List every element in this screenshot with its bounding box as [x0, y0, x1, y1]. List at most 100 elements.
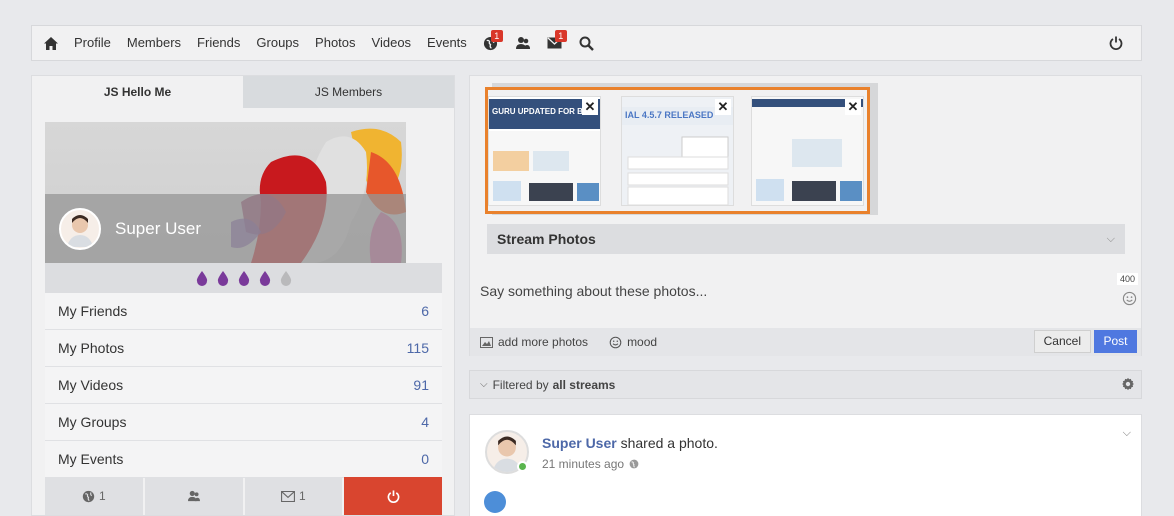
user-photo-icon: [67, 214, 93, 247]
stat-label: My Friends: [58, 303, 128, 319]
profile-quick-actions: 1 1: [45, 477, 442, 515]
profile-module: JS Hello Me JS Members Super User My Fri…: [31, 75, 455, 516]
status-input[interactable]: Say something about these photos...: [480, 283, 707, 299]
envelope-icon: [281, 490, 295, 502]
photo-composer: GURU UPDATED FOR BUG ✕ IAL 4.5.7 RELEASE…: [469, 75, 1142, 356]
profile-cover[interactable]: Super User: [45, 122, 406, 263]
users-icon: [187, 490, 200, 502]
post-author-link[interactable]: Super User: [542, 435, 617, 451]
chevron-down-icon: ⌵: [1106, 233, 1115, 245]
top-navigation: Profile Members Friends Groups Photos Vi…: [31, 25, 1142, 61]
nav-photos[interactable]: Photos: [307, 26, 363, 60]
photo-thumbnail[interactable]: GURU UPDATED FOR BUG ✕: [488, 96, 601, 206]
post-action: shared a photo.: [620, 435, 718, 451]
nav-members[interactable]: Members: [119, 26, 189, 60]
power-icon: [387, 489, 400, 503]
karma-rating: [45, 263, 442, 293]
globe-icon: [629, 459, 639, 469]
filter-prefix: Filtered by: [492, 377, 549, 392]
stat-count: 4: [421, 414, 429, 430]
remove-photo-button[interactable]: ✕: [582, 99, 598, 115]
stat-groups[interactable]: My Groups 4: [45, 404, 442, 441]
notification-badge: 1: [490, 30, 503, 42]
cancel-button[interactable]: Cancel: [1033, 330, 1091, 353]
stat-label: My Groups: [58, 414, 127, 430]
karma-drop-icon: [196, 270, 207, 286]
karma-drop-empty-icon: [280, 270, 291, 286]
mood-button[interactable]: mood: [609, 335, 657, 349]
nav-videos[interactable]: Videos: [364, 26, 420, 60]
stat-count: 6: [421, 303, 429, 319]
post-time-text[interactable]: 21 minutes ago: [542, 457, 624, 471]
search-icon: [579, 36, 595, 51]
nav-profile[interactable]: Profile: [68, 26, 119, 60]
stat-friends[interactable]: My Friends 6: [45, 293, 442, 330]
remove-photo-button[interactable]: ✕: [715, 99, 731, 115]
notifications-shortcut[interactable]: 1: [45, 477, 143, 515]
stat-videos[interactable]: My Videos 91: [45, 367, 442, 404]
stat-photos[interactable]: My Photos 115: [45, 330, 442, 367]
composer-footer: add more photos mood Cancel Post: [470, 328, 1141, 356]
emoji-icon[interactable]: [1122, 291, 1137, 306]
messages-shortcut[interactable]: 1: [244, 477, 343, 515]
profile-name[interactable]: Super User: [115, 219, 201, 239]
stat-count: 0: [421, 451, 429, 467]
chevron-down-icon: ⌵: [480, 379, 488, 390]
add-more-photos-button[interactable]: add more photos: [480, 335, 588, 349]
karma-drop-icon: [217, 270, 228, 286]
add-more-photos-label: add more photos: [498, 335, 589, 349]
image-icon: [480, 336, 493, 348]
album-select[interactable]: Stream Photos ⌵: [487, 224, 1125, 254]
stream-filter[interactable]: ⌵ Filtered by all streams: [469, 370, 1142, 399]
home-button[interactable]: [34, 26, 68, 60]
stat-label: My Photos: [58, 340, 125, 356]
stat-events[interactable]: My Events 0: [45, 441, 442, 478]
post-timestamp: 21 minutes ago: [542, 457, 639, 471]
gear-icon[interactable]: [1121, 377, 1135, 391]
nav-friends[interactable]: Friends: [189, 26, 248, 60]
photo-thumbnail[interactable]: IAL 4.5.7 RELEASED ✕: [621, 96, 734, 206]
power-icon: [1109, 36, 1123, 50]
chevron-down-icon[interactable]: ⌵: [1123, 427, 1131, 440]
home-icon: [44, 36, 58, 50]
message-badge: 1: [554, 30, 567, 42]
album-select-value: Stream Photos: [497, 231, 596, 247]
mood-emoji-icon: [484, 491, 506, 513]
stat-count: 91: [413, 377, 429, 393]
tab-members[interactable]: JS Members: [243, 76, 454, 108]
users-icon: [515, 37, 530, 49]
karma-drop-icon: [259, 270, 270, 286]
friend-requests-button[interactable]: [507, 26, 539, 60]
profile-stats-list: My Friends 6 My Photos 115 My Videos 91 My …: [45, 293, 442, 478]
remove-photo-button[interactable]: ✕: [845, 99, 861, 115]
messages-button[interactable]: 1: [539, 26, 571, 60]
cover-name-band: Super User: [45, 194, 406, 263]
friends-shortcut[interactable]: [144, 477, 243, 515]
selected-photos: GURU UPDATED FOR BUG ✕ IAL 4.5.7 RELEASE…: [485, 87, 870, 214]
nav-groups[interactable]: Groups: [248, 26, 307, 60]
tab-hello-me[interactable]: JS Hello Me: [32, 76, 243, 108]
stream-item: Super User shared a photo. 21 minutes ag…: [469, 414, 1142, 516]
module-tabs: JS Hello Me JS Members: [32, 76, 454, 108]
logout-shortcut[interactable]: [344, 477, 442, 515]
mood-label: mood: [627, 335, 658, 349]
globe-icon: [82, 490, 95, 502]
filter-value: all streams: [552, 377, 616, 392]
online-status-indicator: [517, 461, 528, 472]
character-counter: 400: [1116, 273, 1138, 285]
smiley-icon: [609, 336, 622, 348]
stat-label: My Events: [58, 451, 124, 467]
stat-label: My Videos: [58, 377, 124, 393]
avatar[interactable]: [59, 207, 101, 250]
messages-count: 1: [299, 489, 306, 503]
stat-count: 115: [406, 340, 429, 356]
post-headline: Super User shared a photo.: [542, 435, 718, 451]
karma-drop-icon: [238, 270, 249, 286]
photo-thumbnail[interactable]: ✕: [751, 96, 864, 206]
post-button[interactable]: Post: [1094, 330, 1137, 353]
notifications-button[interactable]: 1: [475, 26, 507, 60]
search-button[interactable]: [571, 26, 603, 60]
nav-events[interactable]: Events: [419, 26, 475, 60]
logout-button[interactable]: [1101, 26, 1131, 60]
notifications-count: 1: [99, 489, 106, 503]
